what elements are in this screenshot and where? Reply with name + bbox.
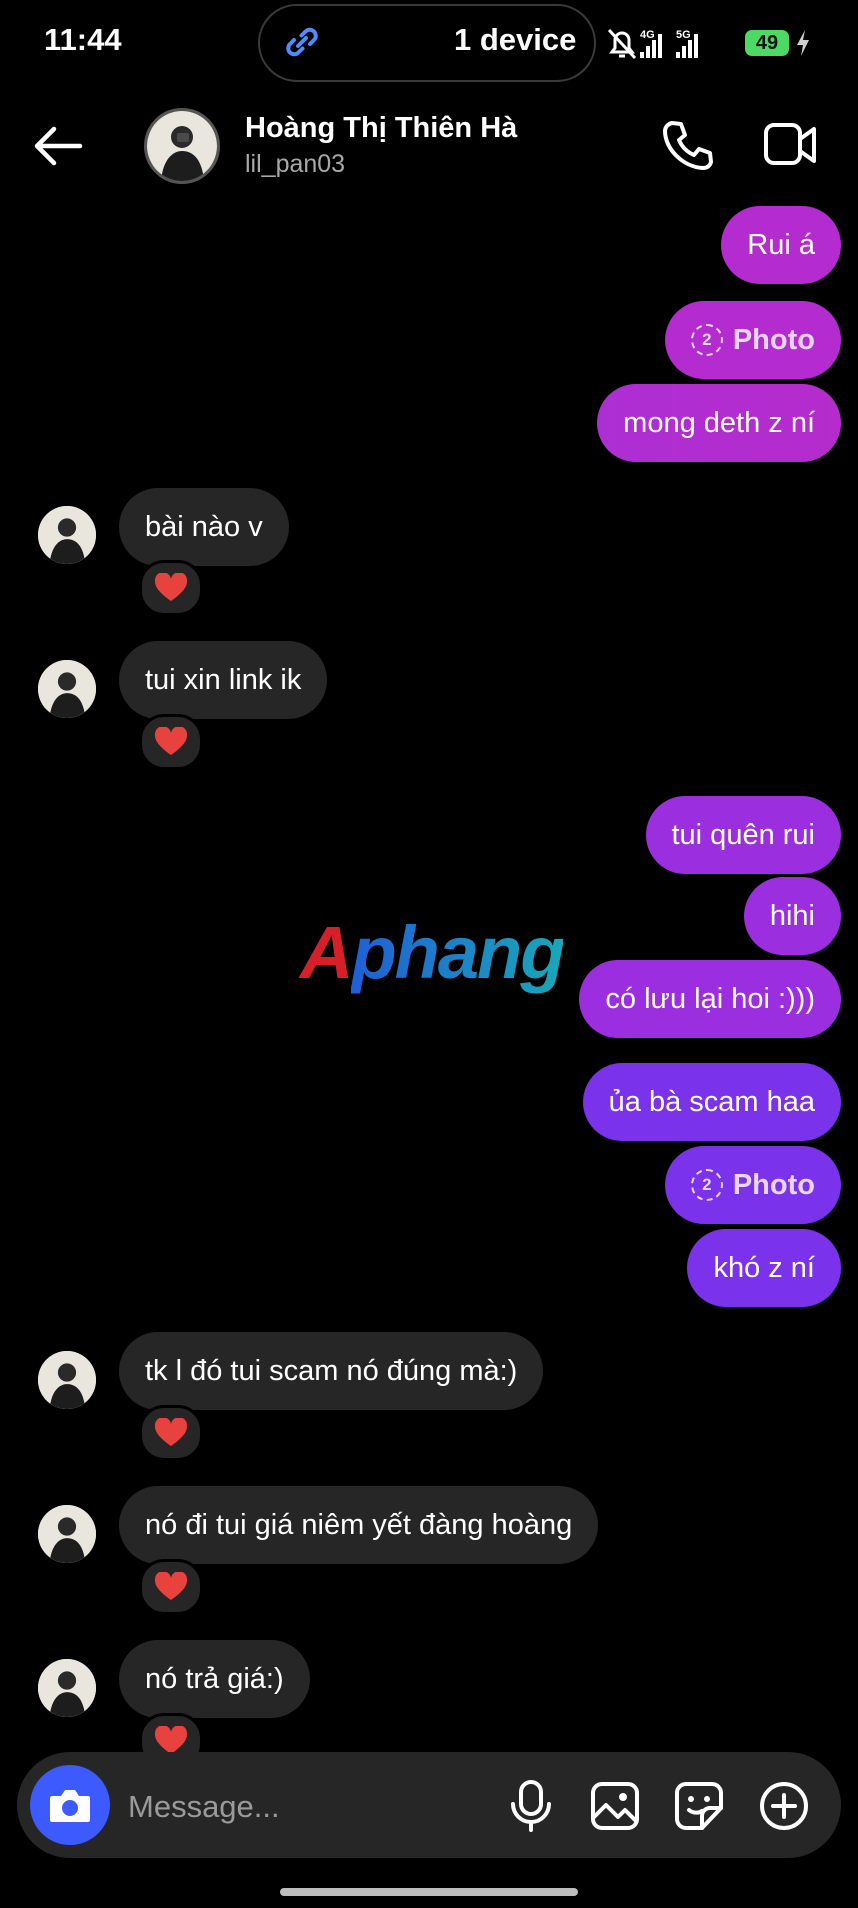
- gallery-button[interactable]: [588, 1778, 642, 1839]
- avatar[interactable]: [38, 1659, 96, 1717]
- outgoing-message[interactable]: khó z ní: [687, 1229, 841, 1307]
- heart-icon: [154, 573, 188, 601]
- heart-icon: [154, 1418, 188, 1446]
- link-icon: [280, 24, 324, 65]
- outgoing-message[interactable]: hihi: [743, 877, 841, 955]
- outgoing-photo-message[interactable]: 2 Photo: [664, 1146, 841, 1224]
- outgoing-message[interactable]: Rui á: [721, 206, 841, 284]
- outgoing-message[interactable]: có lưu lại hoi :))): [579, 960, 841, 1038]
- plus-icon: [760, 1782, 808, 1830]
- avatar[interactable]: [38, 1505, 96, 1563]
- incoming-message[interactable]: nó đi tui giá niêm yết đàng hoàng: [119, 1486, 599, 1564]
- message-input[interactable]: [126, 1778, 480, 1836]
- watermark-letter: A: [300, 911, 353, 994]
- avatar[interactable]: [38, 660, 96, 718]
- status-time: 11:44: [44, 22, 122, 57]
- contact-username: lil_pan03: [245, 150, 346, 178]
- camera-icon: [50, 1790, 90, 1822]
- incoming-message[interactable]: nó trả giá:): [119, 1640, 310, 1718]
- voice-message-button[interactable]: [504, 1778, 558, 1839]
- network-b-label: 5G: [676, 29, 691, 41]
- heart-icon: [154, 1572, 188, 1600]
- watermark-text: phang: [351, 911, 565, 994]
- status-icons: 4G 5G: [606, 26, 744, 67]
- outgoing-message[interactable]: tui quên rui: [645, 796, 841, 874]
- outgoing-photo-message[interactable]: 2 Photo: [664, 301, 841, 379]
- network-a-label: 4G: [640, 29, 655, 41]
- battery-level: 49: [745, 30, 789, 56]
- view-once-icon: 2: [690, 324, 723, 356]
- phone-icon: [663, 121, 713, 170]
- gallery-icon: [591, 1782, 639, 1830]
- reaction-badge[interactable]: [139, 1405, 203, 1461]
- sticker-button[interactable]: [672, 1778, 726, 1839]
- contact-name[interactable]: Hoàng Thị Thiên Hà: [245, 112, 517, 145]
- back-button[interactable]: [30, 116, 90, 176]
- avatar[interactable]: [38, 1351, 96, 1409]
- view-once-icon: 2: [690, 1169, 723, 1201]
- watermark-logo: Aphang: [300, 910, 565, 995]
- back-arrow-icon: [34, 126, 83, 166]
- reaction-badge[interactable]: [139, 560, 203, 616]
- outgoing-message[interactable]: ủa bà scam haa: [582, 1063, 841, 1141]
- avatar[interactable]: [38, 506, 96, 564]
- photo-label: Photo: [732, 1168, 815, 1201]
- video-camera-icon: [764, 123, 816, 165]
- photo-label: Photo: [732, 323, 815, 356]
- video-call-button[interactable]: [762, 120, 818, 175]
- island-text: 1 device: [454, 22, 577, 57]
- sticker-icon: [675, 1782, 723, 1830]
- reaction-badge[interactable]: [139, 1559, 203, 1615]
- more-options-button[interactable]: [756, 1778, 812, 1839]
- outgoing-message[interactable]: mong deth z ní: [597, 384, 841, 462]
- incoming-message[interactable]: tk l đó tui scam nó đúng mà:): [119, 1332, 544, 1410]
- incoming-message[interactable]: tui xin link ik: [119, 641, 328, 719]
- camera-button[interactable]: [30, 1765, 110, 1845]
- mute-bell-icon: [607, 28, 637, 60]
- home-indicator[interactable]: [280, 1888, 578, 1896]
- incoming-message[interactable]: bài nào v: [119, 488, 289, 566]
- reaction-badge[interactable]: [139, 714, 203, 770]
- heart-icon: [154, 727, 188, 755]
- microphone-icon: [511, 1780, 551, 1832]
- call-button[interactable]: [660, 118, 714, 177]
- avatar[interactable]: [144, 108, 220, 184]
- charging-icon: [796, 30, 810, 61]
